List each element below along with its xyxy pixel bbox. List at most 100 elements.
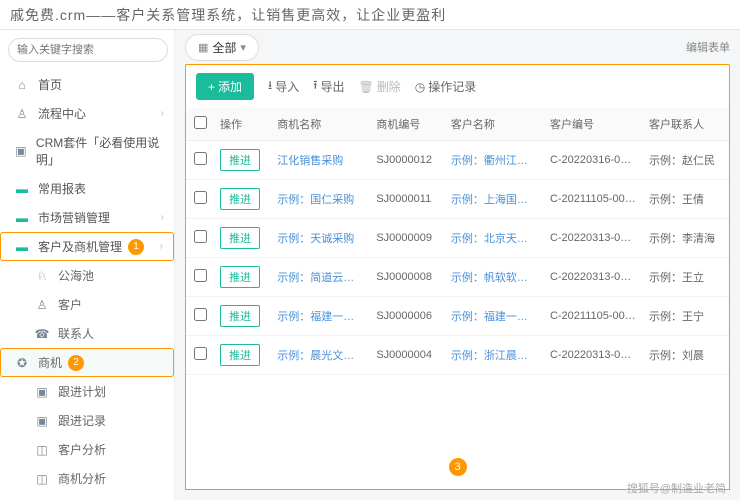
opportunity-name[interactable]: 示例：天诚采购 [271, 219, 370, 258]
column-header[interactable]: 客户名称 [445, 108, 544, 141]
import-button[interactable]: ⭳导入 [268, 76, 299, 97]
opportunity-name[interactable]: 示例：国仁采购 [271, 180, 370, 219]
customer-code: C-20211105-0000001 [544, 180, 643, 219]
nav-label: 公海池 [58, 267, 94, 284]
nav-item[interactable]: ▬客户及商机管理1› [0, 232, 174, 261]
nav-label: 联系人 [58, 325, 94, 342]
customer-code: C-20211105-0000004 [544, 297, 643, 336]
table-row[interactable]: 推进 示例：天诚采购 SJ0000009 示例：北京天诚软件… C-202203… [186, 219, 729, 258]
delete-button[interactable]: 🗑删除 [358, 78, 400, 95]
nav-item[interactable]: ▬产品报价管理› [0, 493, 174, 500]
toolbar: +添加 ⭳导入 ⭱导出 🗑删除 ◷操作记录 [185, 64, 730, 108]
nav-label: 市场营销管理 [38, 209, 110, 226]
trash-icon: 🗑 [358, 80, 373, 94]
contact-name: 示例：李清海 [643, 219, 729, 258]
nav-label: 跟进记录 [58, 412, 106, 429]
nav-icon: ▬ [14, 240, 30, 254]
select-all-checkbox[interactable] [194, 116, 207, 129]
customer-name[interactable]: 示例：帆软软件有限公司 [445, 258, 544, 297]
row-checkbox[interactable] [194, 347, 207, 360]
nav-item[interactable]: ⌂ 首页 [0, 70, 174, 99]
table-row[interactable]: 推进 示例：国仁采购 SJ0000011 示例：上海国仁有限… C-202111… [186, 180, 729, 219]
nav-icon: ⌂ [14, 78, 30, 92]
customer-name[interactable]: 示例：福建一高集团 [445, 297, 544, 336]
contact-name: 示例：王倩 [643, 180, 729, 219]
nav-label: 客户 [58, 296, 82, 313]
nav-label: 流程中心 [38, 105, 86, 122]
nav-icon: ◫ [34, 443, 50, 457]
customer-name[interactable]: 示例：衢州江化集团 [445, 141, 544, 180]
nav-icon: ♙ [14, 107, 30, 121]
opportunity-name[interactable]: 示例：福建一高3月订单 [271, 297, 370, 336]
nav-label: 首页 [38, 76, 62, 93]
customer-name[interactable]: 示例：浙江晨光文具… [445, 336, 544, 375]
nav-label: 商机分析 [58, 470, 106, 487]
push-button[interactable]: 推进 [220, 305, 260, 327]
app-header: 戚免费.crm——客户关系管理系统，让销售更高效，让企业更盈利 [0, 0, 740, 30]
nav-label: 跟进计划 [58, 383, 106, 400]
column-header[interactable]: 客户编号 [544, 108, 643, 141]
push-button[interactable]: 推进 [220, 188, 260, 210]
push-button[interactable]: 推进 [220, 266, 260, 288]
add-button[interactable]: +添加 [196, 73, 254, 100]
nav-item[interactable]: ✪商机2 [0, 348, 174, 377]
nav-item[interactable]: ▬市场营销管理› [0, 203, 174, 232]
chevron-down-icon: ▾ [240, 41, 246, 54]
chevron-right-icon: › [161, 212, 164, 223]
plus-icon: + [208, 80, 215, 94]
nav-item[interactable]: ♙流程中心› [0, 99, 174, 128]
export-button[interactable]: ⭱导出 [313, 76, 344, 97]
nav-item[interactable]: ♘公海池 [0, 261, 174, 290]
annotation-badge-3: 3 [449, 458, 467, 476]
table-row[interactable]: 推进 江化销售采购 SJ0000012 示例：衢州江化集团 C-20220316… [186, 141, 729, 180]
push-button[interactable]: 推进 [220, 227, 260, 249]
customer-code: C-20220316-0000001 [544, 141, 643, 180]
push-button[interactable]: 推进 [220, 149, 260, 171]
nav-item[interactable]: ◫商机分析 [0, 464, 174, 493]
contact-name: 示例：王宁 [643, 297, 729, 336]
nav-item[interactable]: ♙ 客户 [0, 290, 174, 319]
nav-item[interactable]: ☎ 联系人 [0, 319, 174, 348]
table-row[interactable]: 推进 示例：简道云采购 SJ0000008 示例：帆软软件有限公司 C-2022… [186, 258, 729, 297]
opportunity-name[interactable]: 示例：简道云采购 [271, 258, 370, 297]
customer-code: C-20220313-0000004 [544, 336, 643, 375]
row-checkbox[interactable] [194, 152, 207, 165]
push-button[interactable]: 推进 [220, 344, 260, 366]
nav-icon: ▣ [34, 385, 50, 399]
customer-name[interactable]: 示例：上海国仁有限… [445, 180, 544, 219]
opportunity-code: SJ0000006 [370, 297, 445, 336]
table-row[interactable]: 推进 示例：福建一高3月订单 SJ0000006 示例：福建一高集团 C-202… [186, 297, 729, 336]
column-header[interactable]: 商机编号 [370, 108, 445, 141]
search-input[interactable] [8, 38, 168, 62]
opportunity-code: SJ0000004 [370, 336, 445, 375]
table-row[interactable]: 推进 示例：晨光文具设备… SJ0000004 示例：浙江晨光文具… C-202… [186, 336, 729, 375]
download-icon: ⭳ [268, 76, 272, 97]
row-checkbox[interactable] [194, 308, 207, 321]
nav-icon: ☎ [34, 327, 50, 341]
row-checkbox[interactable] [194, 230, 207, 243]
row-checkbox[interactable] [194, 269, 207, 282]
tab-all[interactable]: ▦ 全部 ▾ [185, 34, 259, 61]
edit-form-link[interactable]: 编辑表单 [686, 39, 730, 55]
nav-label: CRM套件「必看使用说明」 [36, 134, 164, 168]
oplog-button[interactable]: ◷操作记录 [415, 78, 477, 95]
customer-name[interactable]: 示例：北京天诚软件… [445, 219, 544, 258]
nav-item[interactable]: ▣跟进记录 [0, 406, 174, 435]
opportunity-name[interactable]: 江化销售采购 [271, 141, 370, 180]
column-header[interactable]: 操作 [214, 108, 271, 141]
column-header[interactable]: 商机名称 [271, 108, 370, 141]
nav-item[interactable]: ▣CRM套件「必看使用说明」 [0, 128, 174, 174]
data-table: 操作商机名称商机编号客户名称客户编号客户联系人 推进 江化销售采购 SJ0000… [186, 108, 729, 375]
nav-item[interactable]: ▬常用报表 [0, 174, 174, 203]
opportunity-name[interactable]: 示例：晨光文具设备… [271, 336, 370, 375]
annotation-badge: 1 [128, 239, 144, 255]
column-header[interactable]: 客户联系人 [643, 108, 729, 141]
nav-label: 客户分析 [58, 441, 106, 458]
nav-item[interactable]: ▣ 跟进计划 [0, 377, 174, 406]
nav-item[interactable]: ◫ 客户分析 [0, 435, 174, 464]
row-checkbox[interactable] [194, 191, 207, 204]
customer-code: C-20220313-0000002 [544, 219, 643, 258]
nav-label: 常用报表 [38, 180, 86, 197]
contact-name: 示例：赵仁民 [643, 141, 729, 180]
nav-icon: ♙ [34, 298, 50, 312]
